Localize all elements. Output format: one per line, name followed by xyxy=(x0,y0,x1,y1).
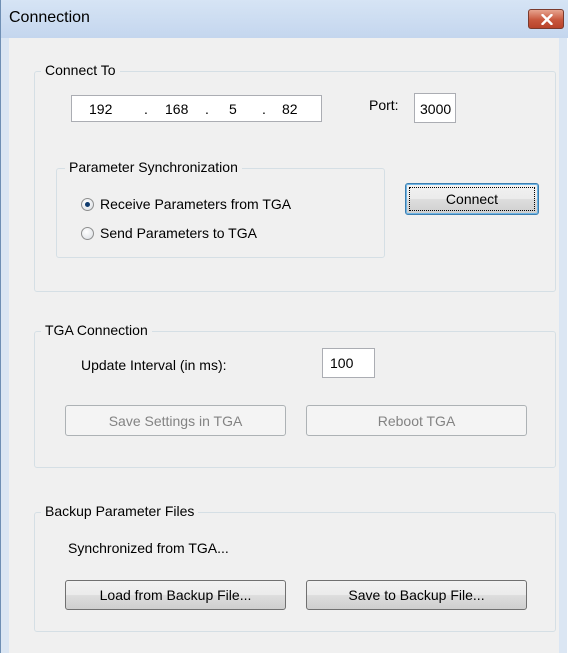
backup-files-group: Backup Parameter Files xyxy=(34,503,556,632)
port-value: 3000 xyxy=(420,101,452,117)
port-input[interactable]: 3000 xyxy=(414,93,456,123)
parameter-sync-group: Parameter Synchronization xyxy=(56,159,385,258)
save-settings-label: Save Settings in TGA xyxy=(108,412,243,429)
ip-address-field[interactable]: 192 . 168 . 5 . 82 xyxy=(71,95,322,122)
send-params-label[interactable]: Send Parameters to TGA xyxy=(100,225,257,241)
save-backup-label: Save to Backup File... xyxy=(348,587,485,603)
tga-connection-group: TGA Connection xyxy=(34,322,556,468)
receive-params-radio[interactable] xyxy=(81,198,94,211)
receive-params-label[interactable]: Receive Parameters from TGA xyxy=(100,196,291,212)
title-bar[interactable]: Connection xyxy=(1,0,568,38)
reboot-tga-button[interactable]: Reboot TGA xyxy=(306,405,527,436)
ip-separator: . xyxy=(205,101,209,117)
parameter-sync-legend: Parameter Synchronization xyxy=(65,159,242,175)
close-button[interactable] xyxy=(528,9,564,29)
tga-connection-legend: TGA Connection xyxy=(41,322,152,338)
ip-octet-2[interactable]: 168 xyxy=(165,101,188,117)
load-backup-label: Load from Backup File... xyxy=(99,587,252,603)
save-backup-button[interactable]: Save to Backup File... xyxy=(306,580,527,610)
send-params-radio[interactable] xyxy=(81,227,94,240)
ip-octet-1[interactable]: 192 xyxy=(89,101,112,117)
update-interval-value: 100 xyxy=(330,355,354,371)
ip-octet-3[interactable]: 5 xyxy=(229,101,237,117)
window-title: Connection xyxy=(9,9,90,26)
load-backup-button[interactable]: Load from Backup File... xyxy=(65,580,286,610)
ip-separator: . xyxy=(262,101,266,117)
reboot-tga-label: Reboot TGA xyxy=(377,412,456,429)
save-settings-button[interactable]: Save Settings in TGA xyxy=(65,405,286,436)
close-icon xyxy=(541,14,553,25)
ip-separator: . xyxy=(144,101,148,117)
focus-rectangle xyxy=(409,187,535,211)
port-label: Port: xyxy=(369,97,399,113)
ip-octet-4[interactable]: 82 xyxy=(282,101,298,117)
update-interval-label: Update Interval (in ms): xyxy=(81,357,227,373)
connect-to-legend: Connect To xyxy=(41,62,120,78)
backup-files-legend: Backup Parameter Files xyxy=(41,503,199,519)
update-interval-input[interactable]: 100 xyxy=(322,348,375,378)
sync-status-text: Synchronized from TGA... xyxy=(68,540,229,556)
connect-button[interactable]: Connect xyxy=(405,183,539,215)
